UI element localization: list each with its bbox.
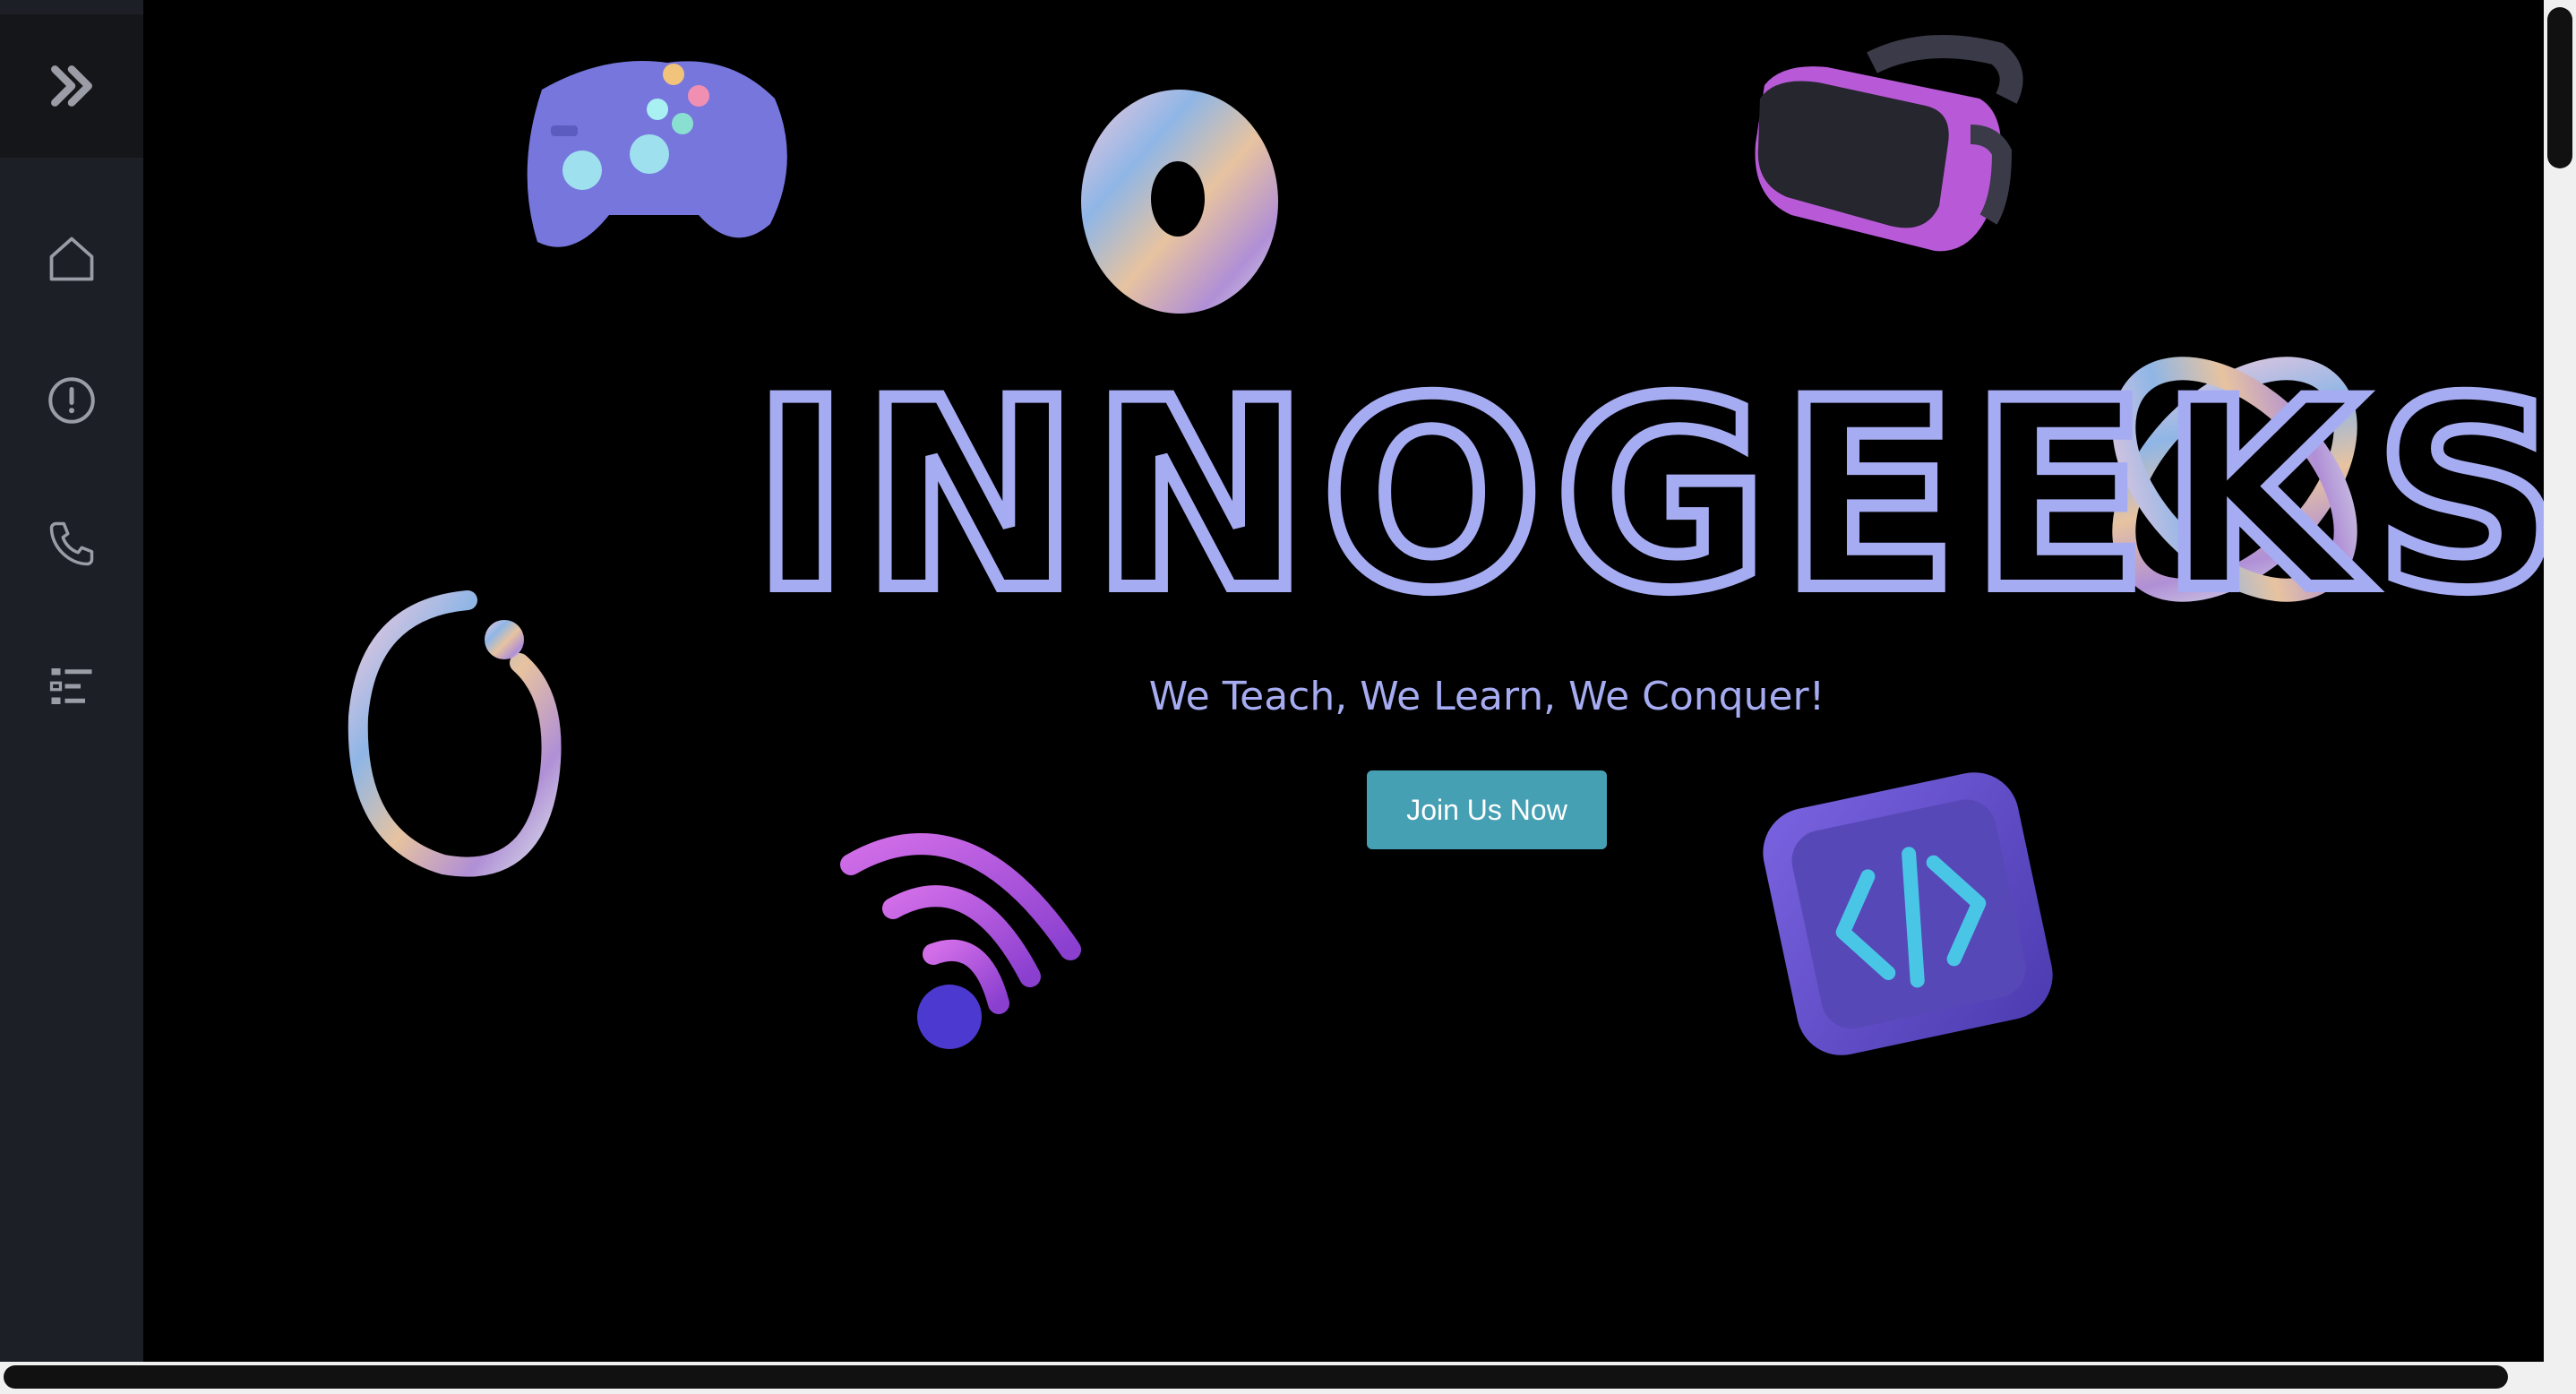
ring-decoration	[348, 590, 562, 877]
tagline: We Teach, We Learn, We Conquer!	[1148, 674, 1825, 719]
alert-circle-icon	[48, 377, 95, 424]
wifi-decoration	[840, 833, 1081, 1049]
home-icon	[49, 237, 94, 281]
phone-icon	[49, 521, 94, 566]
sidebar-item-home[interactable]	[0, 205, 143, 313]
horizontal-scrollbar[interactable]	[0, 1362, 2576, 1394]
sidebar	[0, 0, 143, 1394]
double-chevron-right-icon	[51, 65, 92, 107]
vertical-scrollbar-thumb[interactable]	[2547, 7, 2572, 168]
join-us-button[interactable]: Join Us Now	[1367, 770, 1607, 849]
list-icon	[49, 668, 92, 704]
code-box-decoration	[1763, 772, 2053, 1055]
sidebar-item-about[interactable]	[0, 347, 143, 454]
vr-headset-decoration	[1755, 35, 2023, 252]
horizontal-scrollbar-thumb[interactable]	[4, 1365, 2508, 1389]
sidebar-item-events[interactable]	[0, 632, 143, 740]
torus-decoration	[1081, 90, 1278, 314]
hero-section: INNOGEEKS We Teach, We Learn, We Conquer…	[143, 0, 2574, 1362]
brand-title: INNOGEEKS	[746, 346, 2574, 648]
gamepad-decoration	[527, 61, 787, 247]
vertical-scrollbar[interactable]	[2544, 0, 2576, 1362]
sidebar-item-contact[interactable]	[0, 490, 143, 598]
sidebar-toggle-button[interactable]	[0, 14, 143, 158]
